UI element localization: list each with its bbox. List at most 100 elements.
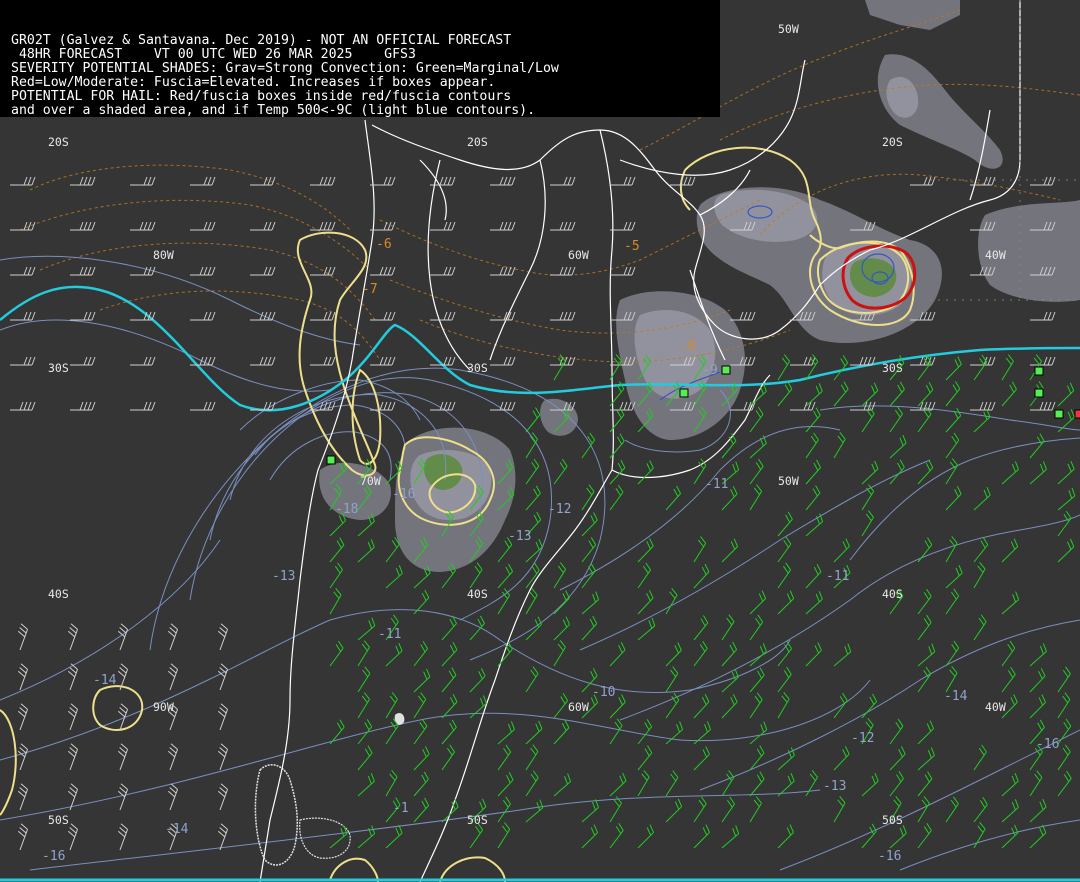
wind-barb (469, 668, 486, 693)
wind-barb (917, 588, 932, 615)
wind-barb (430, 221, 456, 231)
orange-label-5: -5 (624, 239, 640, 254)
wind-barb (805, 407, 821, 433)
wind-barb (609, 772, 627, 797)
wind-barb (497, 744, 512, 771)
wind-barb (917, 537, 933, 563)
wind-barb (553, 693, 569, 719)
wind-barb (10, 356, 36, 366)
wind-barb (917, 771, 933, 797)
wind-barb (610, 221, 636, 231)
label-40s-mid: 40S (467, 587, 488, 601)
wind-barb (749, 458, 764, 485)
wind-barb (665, 721, 684, 745)
wind-barb (413, 564, 431, 589)
wind-barb (670, 176, 696, 186)
wind-barb (945, 486, 962, 511)
wind-barb (917, 747, 935, 771)
header-title: GR02T (Galvez & Santavana. Dec 2019) - N… (11, 33, 512, 48)
wind-barb (721, 538, 739, 563)
wind-barb (917, 822, 932, 849)
wind-barb (665, 770, 679, 797)
wind-barb (970, 356, 996, 366)
wind-barb (805, 642, 822, 667)
wind-barb (525, 616, 543, 641)
wind-barb (497, 772, 514, 797)
wind-barb (1001, 538, 1019, 563)
wind-barb (945, 356, 962, 381)
wind-barb (217, 823, 228, 851)
wind-barb (665, 642, 682, 667)
wind-barb (609, 354, 622, 381)
wind-barb (441, 667, 457, 693)
temp-label-16b: -16 (1036, 737, 1059, 752)
wind-barb (721, 694, 738, 719)
wind-barb (17, 783, 28, 811)
wind-barb (693, 693, 710, 719)
wind-barb (721, 825, 740, 849)
wind-barb (749, 721, 768, 745)
wind-barb (693, 796, 707, 823)
wind-barb (550, 221, 576, 231)
wind-barb (469, 615, 485, 641)
label-60w-bottom: 60W (568, 700, 589, 714)
wind-barb (357, 539, 375, 563)
wind-barb (1057, 770, 1072, 797)
wind-barb (833, 692, 848, 719)
wind-barb (1001, 666, 1016, 693)
wind-barb (357, 745, 373, 771)
temp-label-14a: -14 (93, 673, 117, 688)
temp-label-14c: -14 (165, 822, 189, 837)
wind-barb (973, 744, 987, 771)
wind-barb (357, 640, 370, 667)
wind-barb (721, 433, 737, 459)
wind-barb (945, 588, 960, 615)
temperature-labels: -12 -13 -16 -18 -13 -11 -11 -11 -10 -14 … (42, 363, 1059, 864)
wind-barb (370, 401, 396, 411)
wind-barb (310, 221, 336, 231)
wind-barb (490, 311, 516, 321)
orange-label-7: -7 (362, 282, 378, 297)
wind-barb (973, 354, 988, 381)
label-50s-west: 50S (48, 813, 69, 827)
wind-barb (553, 458, 568, 485)
wind-barb (777, 536, 792, 563)
wind-barb (130, 221, 156, 231)
wind-barb (70, 401, 96, 411)
wind-barb (553, 562, 567, 589)
wind-barb (805, 459, 821, 485)
wind-barb (917, 643, 936, 667)
wind-barb (430, 311, 456, 321)
orange-label-6: -6 (376, 237, 392, 252)
wind-barb (469, 562, 483, 589)
label-40w-top: 40W (985, 248, 1006, 262)
wind-barb (693, 563, 710, 589)
wind-barb (430, 176, 456, 186)
wind-barb (917, 381, 934, 407)
wind-barb (190, 266, 216, 276)
header-hail-legend-1: POTENTIAL FOR HAIL: Red/fuscia boxes ins… (11, 89, 512, 104)
label-40s-east: 40S (882, 587, 903, 601)
label-90w: 90W (153, 700, 174, 714)
wind-barb (637, 460, 654, 485)
wind-barb (1030, 401, 1056, 411)
wind-barb (329, 562, 343, 589)
wind-barb (861, 773, 879, 797)
wind-barb (550, 311, 576, 321)
wind-barb (833, 432, 846, 459)
header-severity-legend-1: SEVERITY POTENTIAL SHADES: Grav=Strong C… (11, 61, 559, 76)
wind-barb (945, 458, 958, 485)
wind-barb (385, 565, 403, 589)
wind-barb (70, 311, 96, 321)
wind-barb (490, 176, 516, 186)
wind-barb (17, 823, 28, 851)
wind-barb (609, 407, 625, 433)
wind-barb (749, 692, 763, 719)
wind-barb (910, 176, 936, 186)
wind-barb (329, 640, 344, 667)
wind-barb (357, 825, 376, 849)
temperature-contours (0, 255, 1080, 871)
wind-barb (525, 770, 539, 797)
wind-barb (945, 640, 960, 667)
wind-barb (413, 797, 430, 823)
